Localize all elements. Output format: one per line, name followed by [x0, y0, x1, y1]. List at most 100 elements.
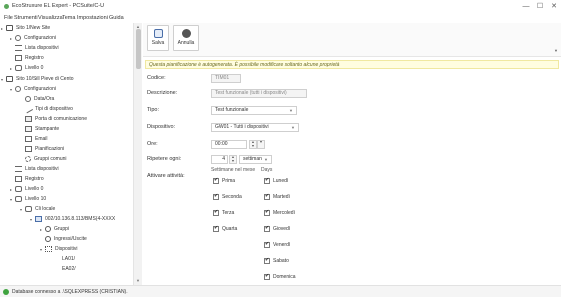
tree-node[interactable]: Lista dispositivi	[10, 45, 59, 54]
tree-node[interactable]: Pianificazioni	[20, 146, 64, 155]
checkbox[interactable]	[213, 177, 219, 184]
checkbox[interactable]	[264, 257, 270, 264]
week-checkbox-prima[interactable]: Prima	[213, 177, 253, 186]
tree-node[interactable]: ▾ Cli locale	[20, 206, 55, 215]
tree-node[interactable]: Ingressi/Uscite	[40, 236, 87, 245]
menu-bar: File Strumenti Visualizza Tema Impostazi…	[0, 14, 561, 23]
tree-node[interactable]: ▸ Livello 0	[10, 186, 43, 195]
tree-node[interactable]: Email	[20, 136, 48, 145]
checkbox[interactable]	[213, 209, 219, 216]
scrollbar-thumb[interactable]	[136, 29, 141, 69]
checkbox[interactable]	[264, 193, 270, 200]
tree-node[interactable]: Stampante	[20, 126, 59, 135]
device-label: Dispositivo:	[147, 124, 176, 130]
tree-node[interactable]: Data/Ora	[20, 96, 54, 105]
checkbox[interactable]	[213, 225, 219, 232]
menu-impostazioni[interactable]: Impostazioni	[77, 15, 108, 21]
time-dropdown[interactable]: ▼	[257, 140, 265, 149]
tree-node[interactable]: ▸ Configurazioni	[10, 35, 56, 44]
window-title: EcoStruxure EL Expert - PCSuite/C-U	[12, 3, 105, 9]
day-checkbox-lunedi[interactable]: Lunedì	[264, 177, 309, 186]
tool-icon	[23, 104, 34, 114]
tree-node[interactable]: ▾ 002/10.136.8.113/BMS(4-XXXX	[30, 216, 115, 225]
menu-visualizza[interactable]: Visualizza	[38, 15, 63, 21]
day-checkbox-sabato[interactable]: Sabato	[264, 257, 309, 266]
tree-node[interactable]: ▸ Sito 1/New Site	[1, 25, 50, 34]
week-checkbox-terza[interactable]: Terza	[213, 209, 253, 218]
tree-node[interactable]: EA02/	[62, 266, 76, 275]
tree-node[interactable]: ▾ Sito 10/Sill Pieve di Cento	[1, 76, 74, 85]
day-checkbox-martedi[interactable]: Martedì	[264, 193, 309, 202]
repeat-label: Ripetere ogni:	[147, 156, 182, 162]
tree-node[interactable]: ▸ Livello 0	[10, 65, 43, 74]
maximize-button[interactable]: ☐	[535, 2, 545, 12]
calendar-icon	[25, 146, 32, 152]
schedule-editor: Salva Annulla ▼ Questa pianificazione è …	[143, 23, 561, 285]
day-checkbox-mercoledi[interactable]: Mercoledì	[264, 209, 309, 218]
save-icon	[153, 29, 163, 38]
repeat-unit-select[interactable]: settiman ▼	[239, 155, 272, 164]
type-label: Tipo:	[147, 107, 160, 113]
tree-node[interactable]: ▾ Configurazioni	[10, 86, 56, 95]
minimize-button[interactable]: —	[521, 2, 531, 12]
checkbox[interactable]	[213, 193, 219, 200]
repeat-spinner[interactable]: ▲ ▼	[229, 155, 237, 164]
status-text: Database connesso a .\SQLEXPRESS (CRISTI…	[12, 289, 128, 295]
tree-node[interactable]: LA01/	[62, 256, 75, 265]
clock-icon	[25, 96, 31, 102]
days-header: Days	[261, 167, 273, 173]
close-button[interactable]: ✕	[549, 2, 559, 12]
menu-guida[interactable]: Guida	[109, 15, 124, 21]
save-button[interactable]: Salva	[147, 25, 169, 51]
tree-node[interactable]: ▸ Gruppi	[40, 226, 69, 235]
checkbox[interactable]	[264, 273, 270, 280]
printer-icon	[25, 126, 32, 132]
menu-strumenti[interactable]: Strumenti	[14, 15, 38, 21]
tree-node[interactable]: Registro	[10, 55, 44, 64]
tree-node[interactable]: ▾ Livello 10	[10, 196, 46, 205]
tree-node[interactable]: ▾ Dispositivi	[40, 246, 78, 255]
device-select[interactable]: GW01 - Tutti i dispositivi ▼	[211, 123, 299, 132]
port-icon	[25, 116, 32, 122]
day-checkbox-giovedi[interactable]: Giovedì	[264, 225, 309, 234]
activate-label: Attivare attività:	[147, 173, 185, 179]
week-checkbox-seconda[interactable]: Seconda	[213, 193, 253, 202]
tree-scrollbar[interactable]: ▲ ▼	[133, 23, 142, 285]
mail-icon	[25, 136, 32, 142]
checkbox[interactable]	[264, 225, 270, 232]
menu-file[interactable]: File	[4, 15, 13, 21]
checkbox[interactable]	[264, 177, 270, 184]
tree-node[interactable]: Registro	[10, 176, 44, 185]
repeat-count-input[interactable]: 4	[211, 155, 228, 164]
document-icon	[15, 176, 22, 182]
time-input[interactable]: 00:00	[211, 140, 247, 149]
tree-node[interactable]: Tipi di dispositivo	[20, 104, 73, 115]
circle-icon	[45, 226, 51, 232]
tree-node[interactable]: Porta di comunicazione	[20, 116, 87, 125]
title-bar: EcoStruxure EL Expert - PCSuite/C-U — ☐ …	[0, 0, 561, 14]
chevron-down-icon: ▼	[291, 125, 295, 130]
toolbar: Salva Annulla ▼	[143, 23, 561, 57]
checkbox[interactable]	[264, 241, 270, 248]
menu-tema[interactable]: Tema	[62, 15, 75, 21]
devices-icon	[45, 246, 52, 252]
chevron-down-icon[interactable]: ▼	[554, 48, 558, 53]
day-checkbox-domenica[interactable]: Domenica	[264, 273, 309, 282]
cancel-button[interactable]: Annulla	[173, 25, 199, 51]
group-icon	[25, 156, 31, 162]
level-icon	[15, 196, 22, 202]
weeks-header: Settimane nel mese	[211, 167, 256, 173]
week-checkbox-quarta[interactable]: Quarta	[213, 225, 253, 234]
type-select[interactable]: Test funzionale ▼	[211, 106, 297, 115]
status-bar: Database connesso a .\SQLEXPRESS (CRISTI…	[0, 285, 561, 297]
autogenerated-notice: Questa pianificazione è autogenerata. È …	[145, 60, 559, 69]
checkbox[interactable]	[264, 209, 270, 216]
connected-icon	[3, 289, 9, 295]
day-checkbox-venerdi[interactable]: Venerdì	[264, 241, 309, 250]
time-spinner[interactable]: ▲ ▼	[249, 140, 257, 149]
list-icon	[15, 45, 22, 51]
scroll-down-icon[interactable]: ▼	[136, 278, 140, 283]
tree-node[interactable]: Gruppi comuni	[20, 156, 67, 165]
io-icon	[45, 236, 51, 242]
tree-node[interactable]: Lista dispositivi	[10, 166, 59, 175]
